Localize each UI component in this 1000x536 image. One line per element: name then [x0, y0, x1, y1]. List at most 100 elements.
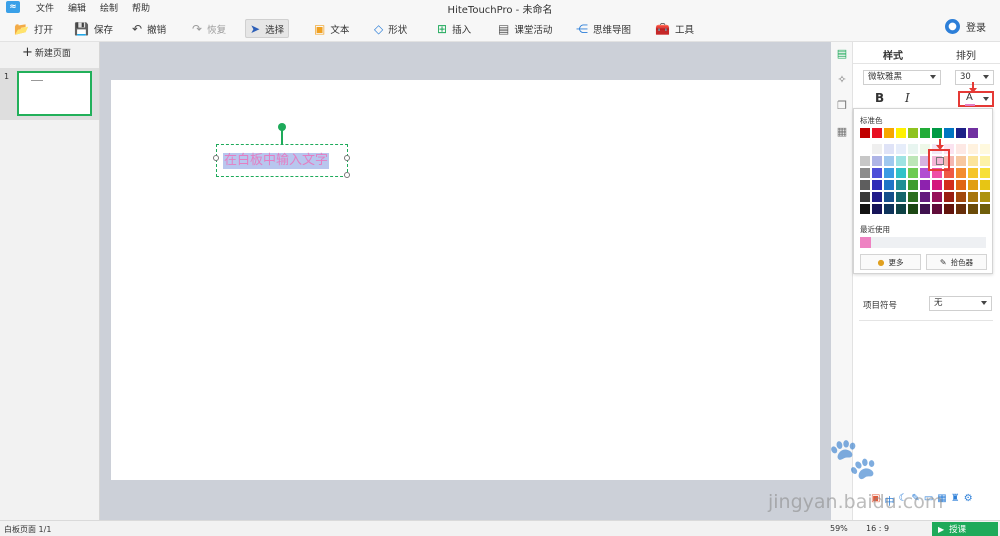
textbox-text[interactable]: 在白板中输入文字	[223, 153, 330, 169]
layers-tab-icon[interactable]: ❐	[835, 99, 849, 113]
italic-button[interactable]: I	[905, 91, 910, 105]
color-swatch[interactable]	[920, 128, 930, 138]
login-button[interactable]: ● 登录	[945, 19, 986, 34]
color-swatch[interactable]	[860, 128, 870, 138]
color-swatch[interactable]	[908, 128, 918, 138]
menu-file[interactable]: 文件	[36, 1, 54, 14]
menu-draw[interactable]: 绘制	[100, 1, 118, 14]
color-swatch[interactable]	[968, 128, 978, 138]
page-thumbnail[interactable]	[17, 71, 92, 116]
color-swatch[interactable]	[884, 180, 894, 190]
pin-tab-icon[interactable]: ✧	[835, 73, 849, 87]
color-swatch[interactable]	[884, 192, 894, 202]
color-swatch[interactable]	[872, 168, 882, 178]
open-button[interactable]: 📂 打开	[10, 19, 57, 38]
color-swatch[interactable]	[872, 192, 882, 202]
color-swatch[interactable]	[968, 144, 978, 154]
new-page-button[interactable]: + 新建页面	[22, 46, 71, 60]
recent-color-swatch[interactable]	[860, 237, 871, 248]
color-swatch[interactable]	[884, 144, 894, 154]
color-swatch[interactable]	[944, 180, 954, 190]
color-swatch[interactable]	[980, 180, 990, 190]
color-swatch[interactable]	[896, 192, 906, 202]
color-swatch[interactable]	[872, 144, 882, 154]
tools-button[interactable]: 🧰 工具	[651, 19, 698, 38]
selected-textbox[interactable]: 在白板中输入文字	[213, 144, 350, 178]
color-swatch[interactable]	[920, 204, 930, 214]
color-swatch[interactable]	[944, 192, 954, 202]
resize-handle-right[interactable]	[344, 155, 350, 161]
color-swatch[interactable]	[884, 168, 894, 178]
color-swatch[interactable]	[860, 192, 870, 202]
color-swatch[interactable]	[932, 192, 942, 202]
shirt-icon[interactable]: ♜	[951, 493, 960, 508]
color-swatch[interactable]	[872, 128, 882, 138]
menu-help[interactable]: 帮助	[132, 1, 150, 14]
insert-button[interactable]: ⊞ 插入	[433, 19, 475, 38]
color-swatch[interactable]	[980, 204, 990, 214]
color-swatch[interactable]	[908, 144, 918, 154]
color-swatch[interactable]	[860, 156, 870, 166]
color-swatch[interactable]	[872, 180, 882, 190]
color-swatch[interactable]	[956, 128, 966, 138]
color-swatch[interactable]	[956, 156, 966, 166]
shape-button[interactable]: ◇ 形状	[370, 19, 411, 38]
color-swatch[interactable]	[896, 156, 906, 166]
color-swatch[interactable]	[956, 144, 966, 154]
mindmap-button[interactable]: ⋲ 思维导图	[572, 19, 635, 38]
zoom-level[interactable]: 59%	[830, 524, 848, 533]
color-swatch[interactable]	[932, 204, 942, 214]
class-activity-button[interactable]: ▤ 课堂活动	[494, 19, 556, 38]
color-swatch[interactable]	[908, 204, 918, 214]
color-swatch[interactable]	[980, 192, 990, 202]
tab-style[interactable]: 样式	[883, 47, 903, 62]
undo-button[interactable]: ↶ 撤销	[128, 19, 170, 38]
color-swatch[interactable]	[956, 180, 966, 190]
color-swatch[interactable]	[884, 128, 894, 138]
color-swatch[interactable]	[860, 180, 870, 190]
color-swatch[interactable]	[980, 144, 990, 154]
text-button[interactable]: ▣ 文本	[310, 19, 353, 38]
page-thumbnail-row[interactable]: 1	[0, 68, 99, 120]
font-color-button[interactable]: A	[958, 91, 994, 107]
color-swatch[interactable]	[884, 204, 894, 214]
color-swatch[interactable]	[860, 204, 870, 214]
color-swatch[interactable]	[872, 204, 882, 214]
color-swatch[interactable]	[932, 128, 942, 138]
gear-icon[interactable]: ⚙	[964, 493, 973, 508]
color-swatch[interactable]	[860, 144, 870, 154]
color-swatch[interactable]	[956, 168, 966, 178]
font-family-select[interactable]: 微软雅黑	[863, 70, 941, 85]
color-swatch[interactable]	[896, 168, 906, 178]
resize-handle-left[interactable]	[213, 155, 219, 161]
color-swatch[interactable]	[968, 168, 978, 178]
color-swatch[interactable]	[980, 168, 990, 178]
color-swatch[interactable]	[908, 168, 918, 178]
color-swatch[interactable]	[908, 156, 918, 166]
more-colors-button[interactable]: ● 更多	[860, 254, 921, 270]
select-button[interactable]: ➤ 选择	[245, 19, 290, 38]
color-swatch[interactable]	[872, 156, 882, 166]
whiteboard[interactable]: 在白板中输入文字	[111, 80, 820, 480]
color-swatch[interactable]	[944, 128, 954, 138]
color-swatch[interactable]	[908, 192, 918, 202]
color-swatch[interactable]	[956, 204, 966, 214]
selected-color-swatch[interactable]	[936, 157, 944, 165]
color-swatch[interactable]	[920, 192, 930, 202]
font-size-select[interactable]: 30	[955, 70, 994, 85]
menu-edit[interactable]: 编辑	[68, 1, 86, 14]
color-swatch[interactable]	[896, 144, 906, 154]
color-swatch[interactable]	[860, 168, 870, 178]
tab-arrange[interactable]: 排列	[956, 47, 976, 62]
redo-button[interactable]: ↷ 恢复	[188, 19, 230, 38]
color-swatch[interactable]	[896, 180, 906, 190]
color-swatch[interactable]	[956, 192, 966, 202]
color-swatch[interactable]	[980, 156, 990, 166]
bullet-select[interactable]: 无	[929, 296, 992, 311]
bold-button[interactable]: B	[875, 91, 884, 105]
start-lesson-button[interactable]: ▶ 授课	[932, 522, 998, 536]
color-swatch[interactable]	[944, 204, 954, 214]
color-swatch[interactable]	[968, 192, 978, 202]
properties-tab-icon[interactable]: ▤	[835, 47, 849, 61]
save-button[interactable]: 💾 保存	[70, 19, 117, 38]
